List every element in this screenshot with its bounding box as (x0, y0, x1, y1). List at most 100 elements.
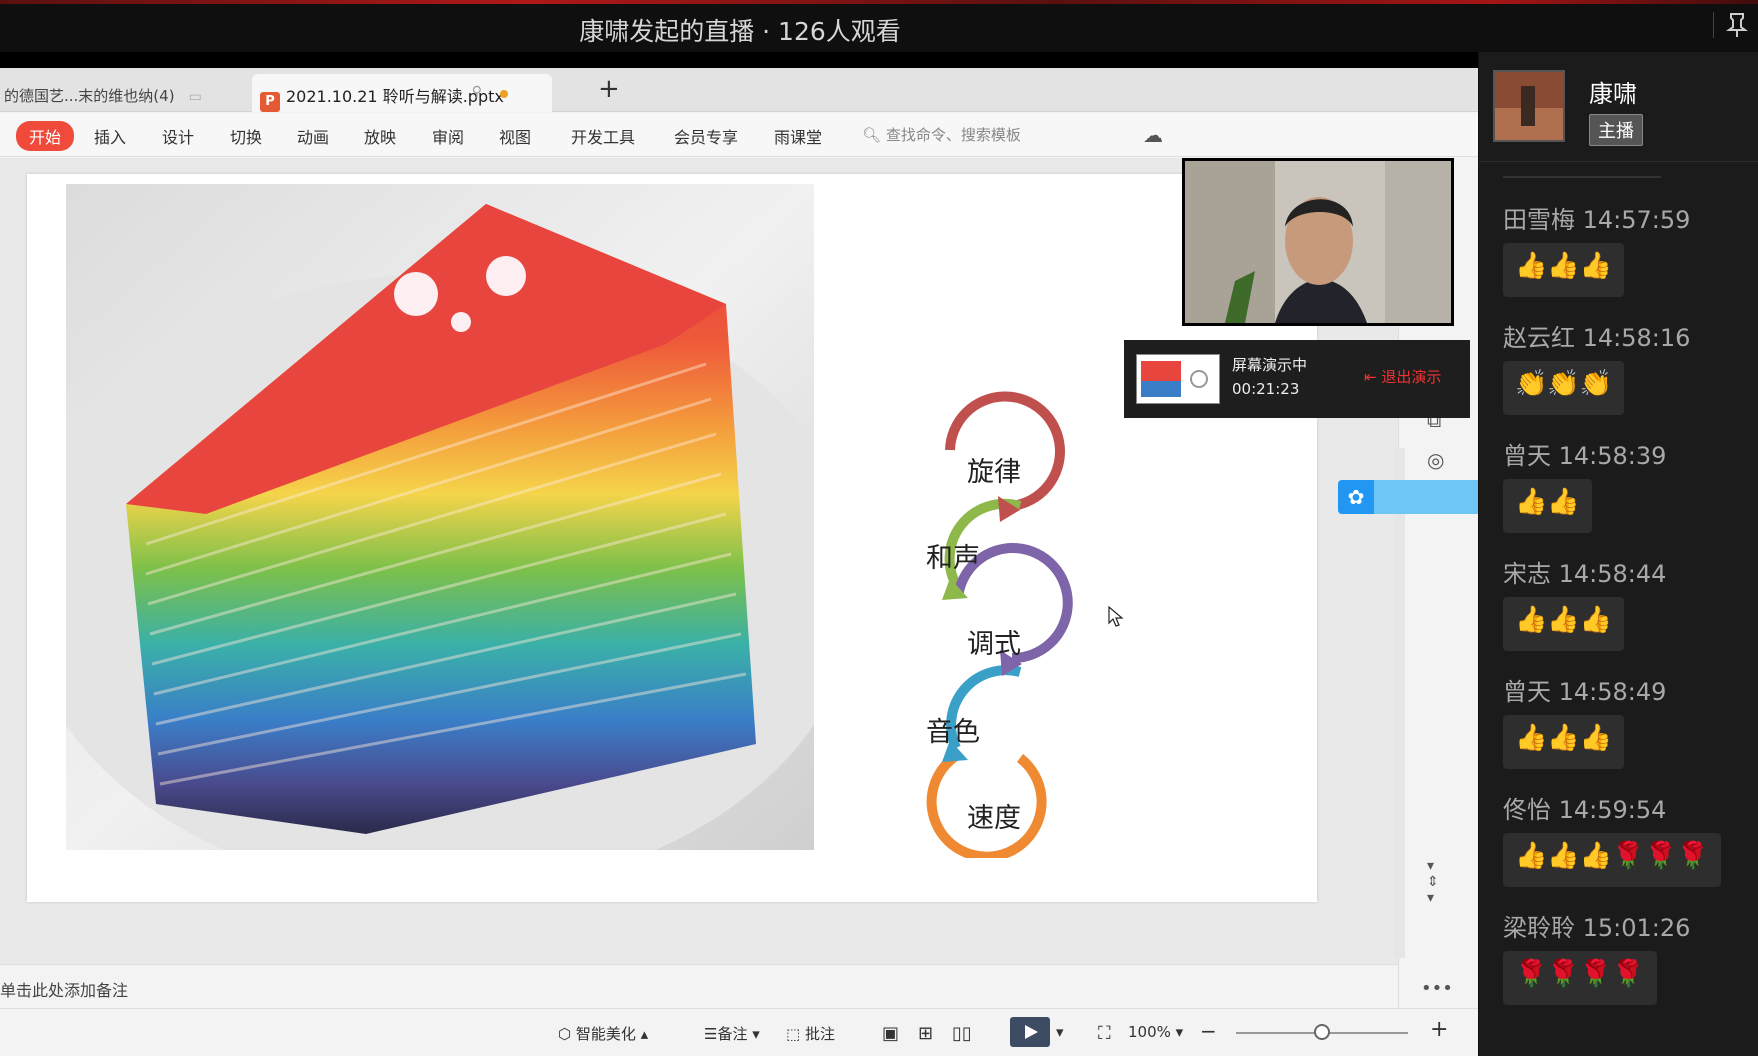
chat-message: 曾天 14:58:39 👍👍 (1503, 436, 1666, 533)
presenting-status: 屏幕演示中 (1232, 356, 1308, 374)
ribbon-tab-transition[interactable]: 切换 (230, 124, 262, 148)
notes-icon: ☰ (704, 1025, 718, 1043)
presenter-video (1185, 161, 1451, 323)
live-title-bar: 康啸发起的直播 · 126人观看 (0, 0, 1758, 52)
chat-user: 田雪梅 (1503, 206, 1575, 234)
title-divider (1713, 12, 1714, 38)
chat-message: 田雪梅 14:57:59 👍👍👍 (1503, 200, 1690, 297)
chat-time: 14:58:39 (1558, 442, 1667, 470)
reading-view-icon[interactable]: ▯▯ (952, 1023, 972, 1044)
ribbon-tab-slideshow[interactable]: 放映 (364, 124, 396, 148)
ribbon-tab-start[interactable]: 开始 (16, 121, 75, 151)
tab-label: 的德国艺...末的维也纳(4) (4, 87, 175, 105)
chat-bubble: 🌹🌹🌹🌹 (1503, 951, 1657, 1005)
host-info: 康啸 主播 (1479, 52, 1758, 162)
presentation-thumbnail (1136, 354, 1220, 404)
scroll-arrows-icon[interactable]: ▾ ⇕ ▾ (1427, 858, 1439, 906)
chat-user: 赵云红 (1503, 324, 1575, 352)
chat-bubble: 👍👍👍 (1503, 243, 1625, 297)
beautify-icon: ⬡ (558, 1025, 572, 1043)
collab-icon: ✿ (1338, 480, 1374, 514)
chat-bubble: 👍👍👍🌹🌹🌹 (1503, 833, 1722, 887)
chat-bubble: 👏👏👏 (1503, 361, 1625, 415)
search-icon: 🔍︎ (862, 126, 882, 144)
cycle-label-timbre: 音色 (926, 717, 980, 748)
cloud-collab-button[interactable]: ✿ (1338, 480, 1478, 514)
grid-view-icon[interactable]: ⊞ (918, 1023, 933, 1044)
vertical-scrollbar[interactable] (1395, 448, 1405, 958)
unsaved-dot (500, 90, 508, 98)
chat-message: 宋志 14:58:44 👍👍👍 (1503, 554, 1666, 651)
live-chat-panel: 康啸 主播 田雪梅 14:57:59 👍👍👍 赵云红 14:58:16 👏👏👏 … (1478, 52, 1758, 1056)
avatar[interactable] (1493, 70, 1565, 142)
wps-window: 的德国艺...末的维也纳(4) ▭ P 2021.10.21 聆听与解读.pptx … (0, 68, 1478, 1056)
chat-user: 曾天 (1503, 678, 1551, 706)
tab-current-doc[interactable]: P 2021.10.21 聆听与解读.pptx ⚲ (252, 74, 552, 112)
command-search[interactable]: 🔍︎ 查找命令、搜索模板 (862, 124, 1021, 145)
ribbon-tab-insert[interactable]: 插入 (94, 124, 126, 148)
pptx-file-icon: P (260, 92, 280, 112)
fit-window-icon[interactable]: ⛶ (1098, 1023, 1111, 1044)
tab-previous-doc[interactable]: 的德国艺...末的维也纳(4) ▭ (0, 76, 245, 112)
screen-presenting-panel: 屏幕演示中 00:21:23 ⇤ 退出演示 (1124, 340, 1470, 418)
rainbow-cake-image (66, 184, 814, 850)
notes-button[interactable]: ☰备注 ▾ (704, 1023, 760, 1044)
ribbon-tab-design[interactable]: 设计 (162, 124, 194, 148)
chat-user: 佟怡 (1503, 796, 1551, 824)
chat-user: 宋志 (1503, 560, 1551, 588)
property-icon[interactable]: ◎ (1427, 448, 1444, 472)
new-tab-button[interactable]: + (598, 74, 620, 104)
host-name: 康啸 (1589, 80, 1637, 108)
ribbon-tab-view[interactable]: 视图 (499, 124, 531, 148)
more-icon[interactable]: ••• (1421, 978, 1453, 999)
ribbon-menu: 开始 插入 设计 切换 动画 放映 审阅 视图 开发工具 会员专享 雨课堂 🔍︎… (0, 113, 1478, 157)
ribbon-tab-member[interactable]: 会员专享 (674, 124, 738, 148)
notes-bar[interactable]: 单击此处添加备注 (0, 964, 1398, 1008)
comment-icon: ⬚ (786, 1025, 801, 1043)
play-options-chevron-icon[interactable]: ▾ (1056, 1023, 1064, 1041)
exit-presentation-button[interactable]: ⇤ 退出演示 (1364, 366, 1441, 387)
ribbon-tab-rain-class[interactable]: 雨课堂 (774, 124, 822, 148)
search-placeholder: 查找命令、搜索模板 (885, 126, 1021, 144)
cycle-label-mode: 调式 (967, 629, 1021, 660)
chat-message: 佟怡 14:59:54 👍👍👍🌹🌹🌹 (1503, 790, 1722, 887)
exit-icon: ⇤ (1364, 368, 1377, 386)
ribbon-tab-review[interactable]: 审阅 (432, 124, 464, 148)
pin-icon[interactable] (1726, 12, 1752, 40)
chat-bubble: 👍👍 (1503, 479, 1592, 533)
comments-button[interactable]: ⬚ 批注 (786, 1023, 835, 1044)
cycle-label-melody: 旋律 (967, 457, 1021, 488)
shared-screen: 的德国艺...末的维也纳(4) ▭ P 2021.10.21 聆听与解读.pptx … (0, 52, 1478, 1056)
top-accent-line (0, 0, 1758, 4)
chat-time: 14:58:49 (1558, 678, 1667, 706)
mouse-cursor-icon (1108, 606, 1124, 627)
play-slideshow-button[interactable] (1010, 1017, 1050, 1047)
zoom-slider-handle[interactable] (1314, 1024, 1330, 1040)
zoom-level[interactable]: 100% ▾ (1128, 1023, 1183, 1041)
host-badge: 主播 (1589, 114, 1643, 146)
chat-message: 赵云红 14:58:16 👏👏👏 (1503, 318, 1690, 415)
webcam-preview[interactable] (1182, 158, 1454, 326)
cycle-label-tempo: 速度 (967, 803, 1021, 834)
chat-time: 14:59:54 (1558, 796, 1667, 824)
chat-bubble: 👍👍👍 (1503, 597, 1625, 651)
cycle-label-harmony: 和声 (926, 543, 980, 574)
chat-time: 14:58:16 (1582, 324, 1691, 352)
chat-time: 14:57:59 (1582, 206, 1691, 234)
smart-beautify-button[interactable]: ⬡ 智能美化 ▴ (558, 1023, 648, 1044)
cloud-icon[interactable]: ☁ (1143, 123, 1163, 147)
ribbon-tab-developer[interactable]: 开发工具 (571, 124, 635, 148)
normal-view-icon[interactable]: ▣ (882, 1023, 899, 1044)
divider (1503, 176, 1661, 178)
pin-tab-icon[interactable]: ⚲ (472, 84, 482, 100)
notes-placeholder: 单击此处添加备注 (0, 981, 129, 1000)
status-bar: ⬡ 智能美化 ▴ ☰备注 ▾ ⬚ 批注 ▣ ⊞ ▯▯ ▾ ⛶ 100% ▾ − … (0, 1008, 1478, 1056)
chat-user: 梁聆聆 (1503, 914, 1575, 942)
zoom-in-button[interactable]: + (1430, 1017, 1448, 1042)
chat-time: 15:01:26 (1582, 914, 1691, 942)
close-icon[interactable]: ▭ (189, 89, 202, 105)
zoom-out-button[interactable]: − (1200, 1019, 1217, 1043)
chat-bubble: 👍👍👍 (1503, 715, 1625, 769)
ribbon-tab-animation[interactable]: 动画 (297, 124, 329, 148)
chat-message: 曾天 14:58:49 👍👍👍 (1503, 672, 1666, 769)
